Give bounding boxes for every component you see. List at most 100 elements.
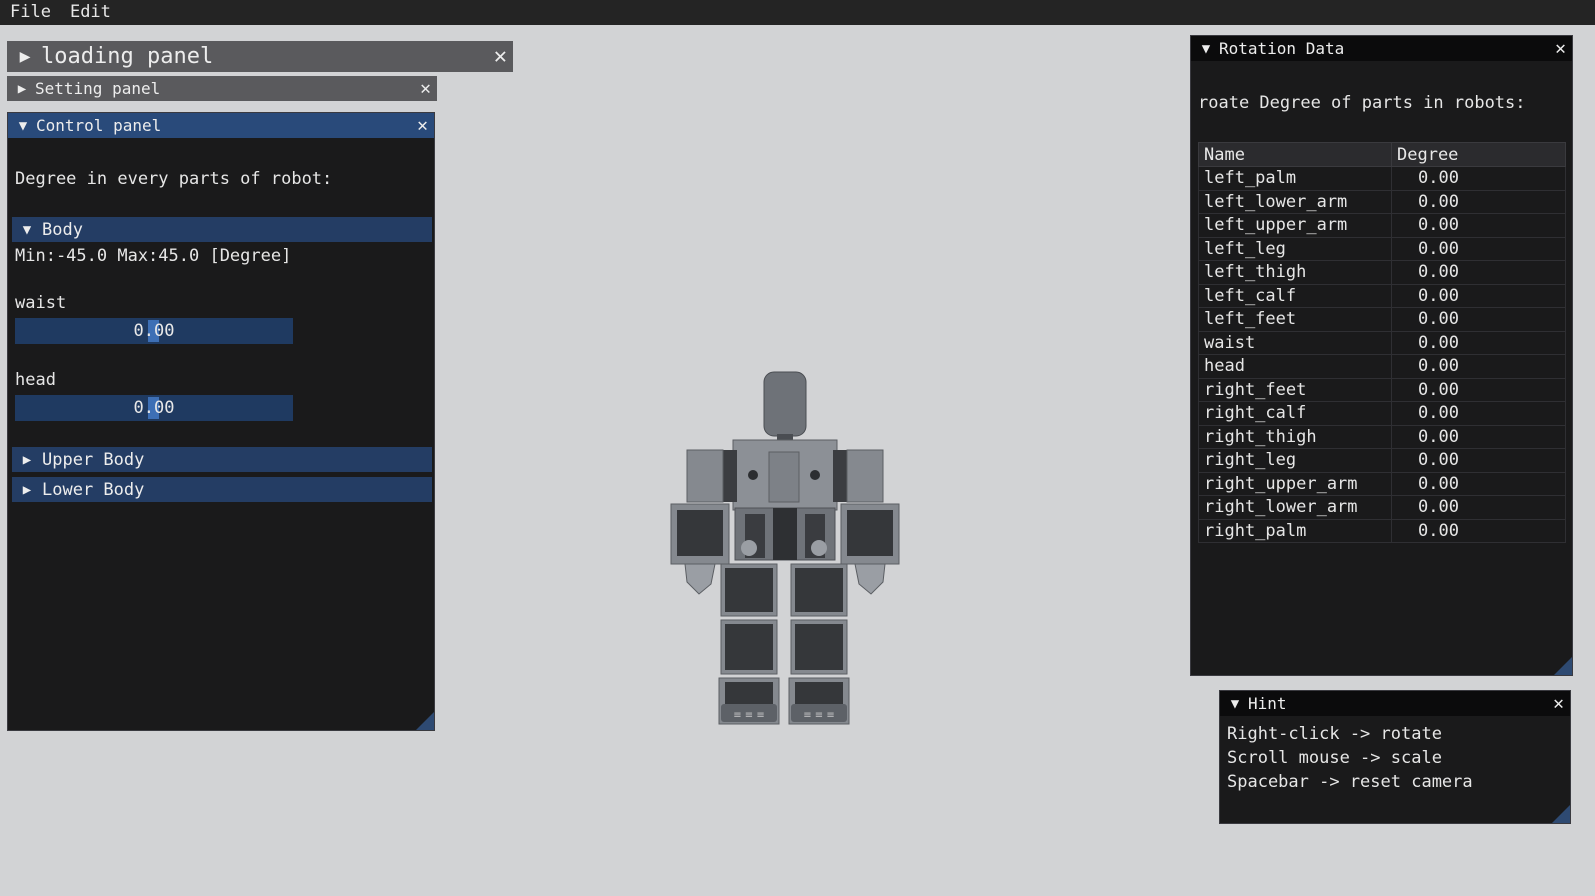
triangle-right-icon[interactable]: ▶ bbox=[9, 46, 41, 67]
upper-body-section-label: Upper Body bbox=[42, 449, 145, 470]
row-degree: 0.00 bbox=[1391, 213, 1566, 238]
triangle-right-icon[interactable]: ▶ bbox=[9, 81, 35, 97]
control-panel: ▼ Control panel ✕ Degree in every parts … bbox=[7, 112, 435, 731]
rotation-table: Name Degree left_palm 0.00 left_lower_arm… bbox=[1198, 142, 1566, 543]
triangle-down-icon[interactable]: ▼ bbox=[1193, 41, 1219, 57]
table-row: left_upper_arm 0.00 bbox=[1198, 213, 1566, 238]
close-icon[interactable]: ✕ bbox=[1555, 36, 1566, 61]
control-panel-title: Control panel bbox=[36, 116, 162, 135]
hint-line: Scroll mouse -> scale bbox=[1227, 748, 1442, 768]
row-name: right_palm bbox=[1198, 518, 1392, 543]
loading-panel-titlebar[interactable]: ▶ loading panel ✕ bbox=[7, 41, 513, 72]
rotation-panel-title: Rotation Data bbox=[1219, 39, 1345, 58]
triangle-right-icon: ▶ bbox=[22, 481, 32, 498]
table-row: left_thigh 0.00 bbox=[1198, 260, 1566, 285]
robot-head bbox=[763, 371, 807, 444]
row-name: right_feet bbox=[1198, 377, 1392, 402]
triangle-down-icon[interactable]: ▼ bbox=[10, 118, 36, 134]
table-row: right_upper_arm 0.00 bbox=[1198, 471, 1566, 496]
table-row: right_feet 0.00 bbox=[1198, 377, 1566, 402]
robot-hips bbox=[734, 507, 836, 561]
rotation-description: roate Degree of parts in robots: bbox=[1198, 93, 1526, 113]
row-degree: 0.00 bbox=[1391, 401, 1566, 426]
row-degree: 0.00 bbox=[1391, 236, 1566, 261]
upper-body-section-header[interactable]: ▶ Upper Body bbox=[12, 447, 432, 472]
head-label: head bbox=[15, 370, 56, 390]
row-name: head bbox=[1198, 354, 1392, 379]
head-slider[interactable]: 0.00 bbox=[15, 395, 293, 421]
table-row: left_lower_arm 0.00 bbox=[1198, 189, 1566, 214]
row-degree: 0.00 bbox=[1391, 518, 1566, 543]
triangle-down-icon: ▼ bbox=[22, 221, 32, 238]
hint-line: Spacebar -> reset camera bbox=[1227, 772, 1473, 792]
rotation-panel-titlebar[interactable]: ▼ Rotation Data ✕ bbox=[1191, 36, 1572, 61]
row-name: left_calf bbox=[1198, 283, 1392, 308]
robot-model: ≡ ≡ ≡ ≡ ≡ ≡ bbox=[670, 371, 900, 725]
table-row: left_calf 0.00 bbox=[1198, 283, 1566, 308]
row-name: waist bbox=[1198, 330, 1392, 355]
body-section-label: Body bbox=[42, 219, 83, 240]
row-degree: 0.00 bbox=[1391, 307, 1566, 332]
lower-body-section-label: Lower Body bbox=[42, 479, 145, 500]
waist-label: waist bbox=[15, 293, 67, 313]
robot-right-arm bbox=[840, 503, 900, 595]
table-row: right_thigh 0.00 bbox=[1198, 424, 1566, 449]
loading-panel: ▶ loading panel ✕ bbox=[7, 41, 513, 72]
menu-edit[interactable]: Edit bbox=[60, 0, 120, 25]
robot-left-arm bbox=[670, 503, 730, 595]
setting-panel: ▶ Setting panel ✕ bbox=[7, 76, 437, 101]
row-degree: 0.00 bbox=[1391, 330, 1566, 355]
row-name: left_thigh bbox=[1198, 260, 1392, 285]
menu-file[interactable]: File bbox=[0, 0, 60, 25]
loading-panel-title: loading panel bbox=[41, 44, 214, 69]
close-icon[interactable]: ✕ bbox=[420, 76, 431, 101]
column-header-degree: Degree bbox=[1391, 142, 1566, 167]
row-degree: 0.00 bbox=[1391, 283, 1566, 308]
row-name: right_lower_arm bbox=[1198, 495, 1392, 520]
resize-grip[interactable] bbox=[416, 712, 434, 730]
hint-panel-title: Hint bbox=[1248, 694, 1287, 713]
row-degree: 0.00 bbox=[1391, 189, 1566, 214]
row-name: right_thigh bbox=[1198, 424, 1392, 449]
table-header-row: Name Degree bbox=[1198, 142, 1566, 167]
row-name: right_upper_arm bbox=[1198, 471, 1392, 496]
hint-panel: ▼ Hint ✕ Right-click -> rotate Scroll mo… bbox=[1219, 690, 1571, 824]
lower-body-section-header[interactable]: ▶ Lower Body bbox=[12, 477, 432, 502]
robot-right-leg: ≡ ≡ ≡ bbox=[788, 563, 850, 725]
close-icon[interactable]: ✕ bbox=[494, 41, 507, 72]
table-row: left_palm 0.00 bbox=[1198, 166, 1566, 191]
resize-grip[interactable] bbox=[1552, 805, 1570, 823]
row-name: left_leg bbox=[1198, 236, 1392, 261]
setting-panel-title: Setting panel bbox=[35, 79, 161, 98]
setting-panel-titlebar[interactable]: ▶ Setting panel ✕ bbox=[7, 76, 437, 101]
row-degree: 0.00 bbox=[1391, 448, 1566, 473]
row-name: left_upper_arm bbox=[1198, 213, 1392, 238]
table-row: left_leg 0.00 bbox=[1198, 236, 1566, 261]
head-slider-value: 0.00 bbox=[133, 398, 175, 418]
triangle-right-icon: ▶ bbox=[22, 451, 32, 468]
range-text: Min:-45.0 Max:45.0 [Degree] bbox=[15, 246, 292, 266]
hint-panel-titlebar[interactable]: ▼ Hint ✕ bbox=[1220, 691, 1570, 716]
table-row: head 0.00 bbox=[1198, 354, 1566, 379]
table-row: right_calf 0.00 bbox=[1198, 401, 1566, 426]
resize-grip[interactable] bbox=[1554, 657, 1572, 675]
close-icon[interactable]: ✕ bbox=[1553, 691, 1564, 716]
waist-slider[interactable]: 0.00 bbox=[15, 318, 293, 344]
row-degree: 0.00 bbox=[1391, 495, 1566, 520]
body-section-header[interactable]: ▼ Body bbox=[12, 217, 432, 242]
table-row: right_palm 0.00 bbox=[1198, 518, 1566, 543]
control-panel-titlebar[interactable]: ▼ Control panel ✕ bbox=[8, 113, 434, 138]
hint-line: Right-click -> rotate bbox=[1227, 724, 1442, 744]
waist-slider-value: 0.00 bbox=[133, 321, 175, 341]
row-name: left_palm bbox=[1198, 166, 1392, 191]
close-icon[interactable]: ✕ bbox=[417, 113, 428, 138]
triangle-down-icon[interactable]: ▼ bbox=[1222, 696, 1248, 712]
svg-text:≡ ≡ ≡: ≡ ≡ ≡ bbox=[733, 710, 765, 721]
table-row: right_leg 0.00 bbox=[1198, 448, 1566, 473]
row-degree: 0.00 bbox=[1391, 354, 1566, 379]
row-degree: 0.00 bbox=[1391, 260, 1566, 285]
table-row: right_lower_arm 0.00 bbox=[1198, 495, 1566, 520]
row-degree: 0.00 bbox=[1391, 377, 1566, 402]
row-name: right_calf bbox=[1198, 401, 1392, 426]
table-row: waist 0.00 bbox=[1198, 330, 1566, 355]
